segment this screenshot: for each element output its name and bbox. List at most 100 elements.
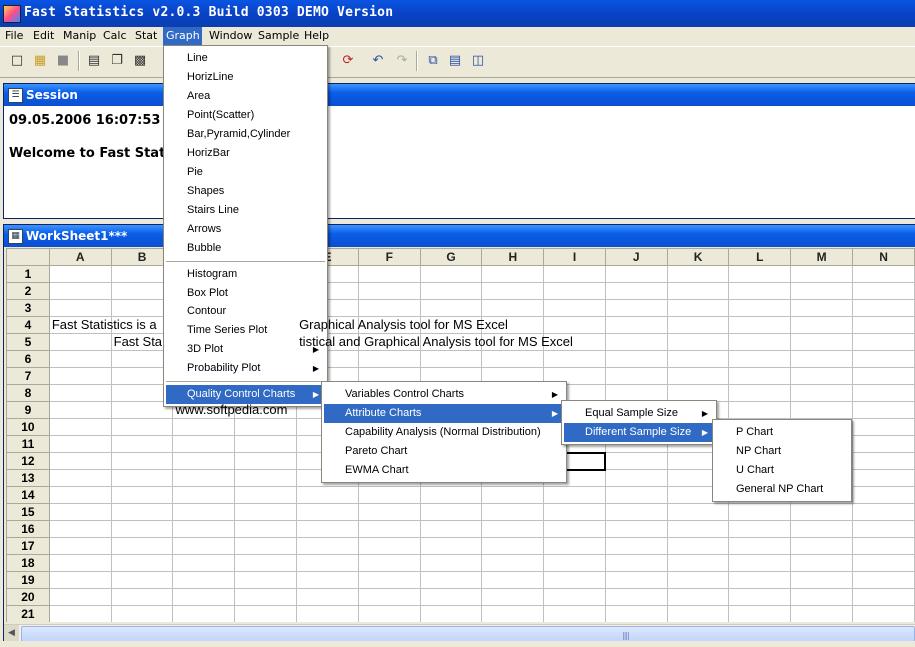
zoom-refresh-icon[interactable]: ⟳: [340, 53, 356, 69]
cell-i16[interactable]: [543, 520, 606, 538]
cell-m16[interactable]: [790, 520, 854, 538]
cell-n4[interactable]: [852, 316, 915, 334]
cell-n15[interactable]: [852, 503, 915, 521]
menu-sample[interactable]: Sample: [255, 27, 302, 45]
cell-c14[interactable]: [172, 486, 236, 504]
cell-g3[interactable]: [419, 299, 483, 317]
cell-i2[interactable]: [543, 282, 606, 300]
cell-m21[interactable]: [790, 605, 854, 622]
cell-i19[interactable]: [543, 571, 606, 589]
cell-g15[interactable]: [419, 503, 483, 521]
menu-graph[interactable]: Graph: [163, 27, 202, 45]
horizontal-scrollbar[interactable]: ◀ ||||: [4, 624, 915, 642]
cell-a21[interactable]: [48, 605, 112, 622]
cell-n13[interactable]: [852, 469, 915, 487]
cell-n1[interactable]: [852, 265, 915, 283]
cell-a3[interactable]: [48, 299, 112, 317]
open-folder-icon[interactable]: ▦: [32, 53, 48, 69]
cell-h16[interactable]: [481, 520, 545, 538]
cell-k6[interactable]: [666, 350, 730, 368]
row-header[interactable]: 6: [6, 350, 50, 368]
cell-k4[interactable]: [666, 316, 730, 334]
cell-g16[interactable]: [419, 520, 483, 538]
cell-h21[interactable]: [481, 605, 545, 622]
row-header[interactable]: 5: [6, 333, 50, 351]
cell-h6[interactable]: [481, 350, 545, 368]
cell-f2[interactable]: [357, 282, 421, 300]
row-header[interactable]: 2: [6, 282, 50, 300]
row-header[interactable]: 19: [6, 571, 50, 589]
row-header[interactable]: 3: [6, 299, 50, 317]
cell-j6[interactable]: [604, 350, 668, 368]
cell-d18[interactable]: [234, 554, 298, 572]
menu-window[interactable]: Window: [206, 27, 255, 45]
cell-g18[interactable]: [419, 554, 483, 572]
cell-c9[interactable]: www.softpedia.com: [172, 401, 287, 419]
cell-f21[interactable]: [357, 605, 421, 622]
cell-a5[interactable]: [48, 333, 112, 351]
cell-g19[interactable]: [419, 571, 483, 589]
cell-l7[interactable]: [728, 367, 792, 385]
cell-f16[interactable]: [357, 520, 421, 538]
cell-m1[interactable]: [790, 265, 854, 283]
cell-n19[interactable]: [852, 571, 915, 589]
cell-l21[interactable]: [728, 605, 792, 622]
tile-horizontal-icon[interactable]: ▤: [447, 53, 463, 69]
cell-j21[interactable]: [604, 605, 668, 622]
cell-d12[interactable]: [234, 452, 298, 470]
cell-n5[interactable]: [852, 333, 915, 351]
cell-a6[interactable]: [48, 350, 112, 368]
cell-k3[interactable]: [666, 299, 730, 317]
session-body[interactable]: 09.05.2006 16:07:53 Welcome to Fast Stat…: [7, 108, 912, 216]
cell-e4[interactable]: Graphical Analysis tool for MS Excel: [296, 316, 508, 334]
cell-a15[interactable]: [48, 503, 112, 521]
row-header[interactable]: 16: [6, 520, 50, 538]
cell-c17[interactable]: [172, 537, 236, 555]
cell-k5[interactable]: [666, 333, 730, 351]
cell-g2[interactable]: [419, 282, 483, 300]
cell-i18[interactable]: [543, 554, 606, 572]
menu-item-attribute-charts[interactable]: Attribute Charts ▶: [324, 404, 564, 423]
cell-b12[interactable]: [110, 452, 174, 470]
scroll-left-icon[interactable]: ◀: [4, 625, 19, 641]
cell-l19[interactable]: [728, 571, 792, 589]
cell-k15[interactable]: [666, 503, 730, 521]
cell-c18[interactable]: [172, 554, 236, 572]
cell-h14[interactable]: [481, 486, 545, 504]
column-header[interactable]: A: [48, 248, 112, 266]
cell-d16[interactable]: [234, 520, 298, 538]
menu-file[interactable]: File: [2, 27, 26, 45]
cell-n8[interactable]: [852, 384, 915, 402]
row-header[interactable]: 20: [6, 588, 50, 606]
scrollbar-thumb[interactable]: ||||: [21, 626, 915, 642]
cell-a19[interactable]: [48, 571, 112, 589]
cell-a12[interactable]: [48, 452, 112, 470]
cell-e5[interactable]: tistical and Graphical Analysis tool for…: [296, 333, 573, 351]
cell-i1[interactable]: [543, 265, 606, 283]
menu-item-box-plot[interactable]: Box Plot: [166, 284, 325, 303]
cell-m18[interactable]: [790, 554, 854, 572]
cell-e21[interactable]: [296, 605, 359, 622]
cell-m2[interactable]: [790, 282, 854, 300]
cell-g6[interactable]: [419, 350, 483, 368]
undo-icon[interactable]: ↶: [370, 53, 386, 69]
cell-l9[interactable]: [728, 401, 792, 419]
menu-item-pareto-chart[interactable]: Pareto Chart: [324, 442, 564, 461]
cell-a20[interactable]: [48, 588, 112, 606]
cell-d11[interactable]: [234, 435, 298, 453]
cell-e15[interactable]: [296, 503, 359, 521]
cell-i4[interactable]: [543, 316, 606, 334]
menu-item-histogram[interactable]: Histogram: [166, 265, 325, 284]
cell-g20[interactable]: [419, 588, 483, 606]
column-header[interactable]: F: [357, 248, 421, 266]
cell-h17[interactable]: [481, 537, 545, 555]
cell-l1[interactable]: [728, 265, 792, 283]
cell-i14[interactable]: [543, 486, 606, 504]
cell-j4[interactable]: [604, 316, 668, 334]
cell-n18[interactable]: [852, 554, 915, 572]
cell-h2[interactable]: [481, 282, 545, 300]
cell-l5[interactable]: [728, 333, 792, 351]
cell-d15[interactable]: [234, 503, 298, 521]
row-header[interactable]: 8: [6, 384, 50, 402]
menu-item-different-sample-size[interactable]: Different Sample Size ▶: [564, 423, 714, 442]
